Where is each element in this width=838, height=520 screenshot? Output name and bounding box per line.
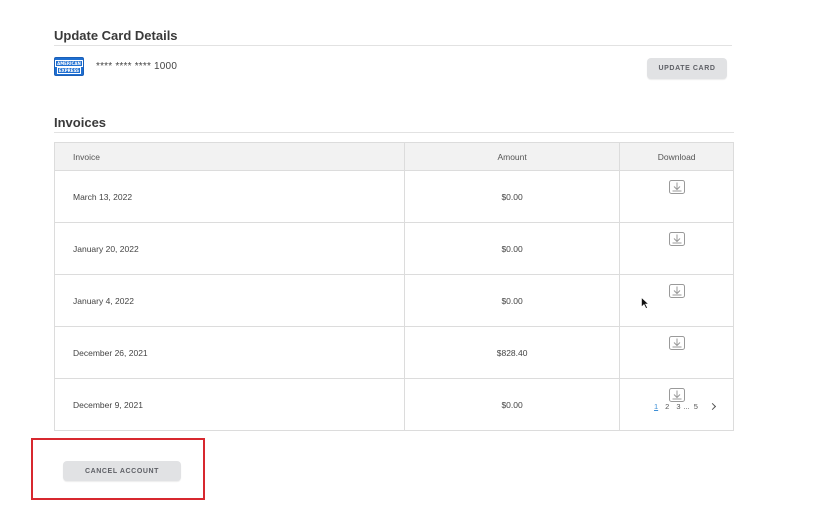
amex-logo-text-line2: EXPRESS bbox=[56, 66, 82, 74]
download-icon[interactable] bbox=[668, 388, 685, 402]
cancel-account-button[interactable]: CANCEL ACCOUNT bbox=[63, 461, 181, 481]
table-row: December 9, 2021 $0.00 bbox=[54, 378, 734, 431]
amount-column-header: Amount bbox=[403, 142, 621, 171]
invoice-date: December 9, 2021 bbox=[54, 378, 405, 431]
invoice-column-header: Invoice bbox=[54, 142, 405, 171]
page-2-link[interactable]: 2 bbox=[665, 402, 669, 411]
download-cell bbox=[619, 326, 734, 379]
table-row: January 20, 2022 $0.00 bbox=[54, 222, 734, 275]
invoices-section-divider bbox=[54, 132, 734, 133]
invoice-amount: $0.00 bbox=[403, 274, 621, 327]
download-cell bbox=[619, 274, 734, 327]
download-column-header: Download bbox=[619, 142, 734, 171]
card-section-divider bbox=[54, 45, 732, 46]
table-row: January 4, 2022 $0.00 bbox=[54, 274, 734, 327]
download-icon[interactable] bbox=[668, 284, 685, 298]
billing-page: Update Card Details AMERICAN EXPRESS ***… bbox=[0, 0, 838, 520]
invoice-amount: $0.00 bbox=[403, 378, 621, 431]
invoice-amount: $828.40 bbox=[403, 326, 621, 379]
invoices-section-title: Invoices bbox=[54, 115, 107, 130]
download-cell bbox=[619, 222, 734, 275]
card-section-title: Update Card Details bbox=[54, 28, 178, 43]
invoice-amount: $0.00 bbox=[403, 170, 621, 223]
download-icon[interactable] bbox=[668, 336, 685, 350]
invoices-table: Invoice Amount Download March 13, 2022 $… bbox=[54, 142, 734, 431]
download-icon[interactable] bbox=[668, 180, 685, 194]
amex-logo-text-line1: AMERICAN bbox=[55, 59, 83, 67]
card-number: **** **** **** 1000 bbox=[96, 61, 178, 72]
invoices-header-row: Invoice Amount Download bbox=[54, 142, 734, 171]
invoice-date: March 13, 2022 bbox=[54, 170, 405, 223]
invoice-date: December 26, 2021 bbox=[54, 326, 405, 379]
pagination: 1 2 3 ... 5 bbox=[654, 402, 716, 411]
chevron-right-icon[interactable] bbox=[708, 402, 716, 411]
mouse-cursor-icon bbox=[641, 297, 649, 309]
pagination-ellipsis: ... bbox=[683, 402, 690, 411]
invoice-date: January 20, 2022 bbox=[54, 222, 405, 275]
update-card-button[interactable]: UPDATE CARD bbox=[647, 58, 727, 79]
table-row: December 26, 2021 $828.40 bbox=[54, 326, 734, 379]
page-1-link[interactable]: 1 bbox=[654, 402, 658, 411]
amex-card-logo: AMERICAN EXPRESS bbox=[54, 57, 84, 76]
download-icon[interactable] bbox=[668, 232, 685, 246]
table-row: March 13, 2022 $0.00 bbox=[54, 170, 734, 223]
download-cell bbox=[619, 170, 734, 223]
page-5-link[interactable]: 5 bbox=[694, 402, 698, 411]
invoice-date: January 4, 2022 bbox=[54, 274, 405, 327]
invoice-amount: $0.00 bbox=[403, 222, 621, 275]
page-3-link[interactable]: 3 bbox=[676, 402, 680, 411]
